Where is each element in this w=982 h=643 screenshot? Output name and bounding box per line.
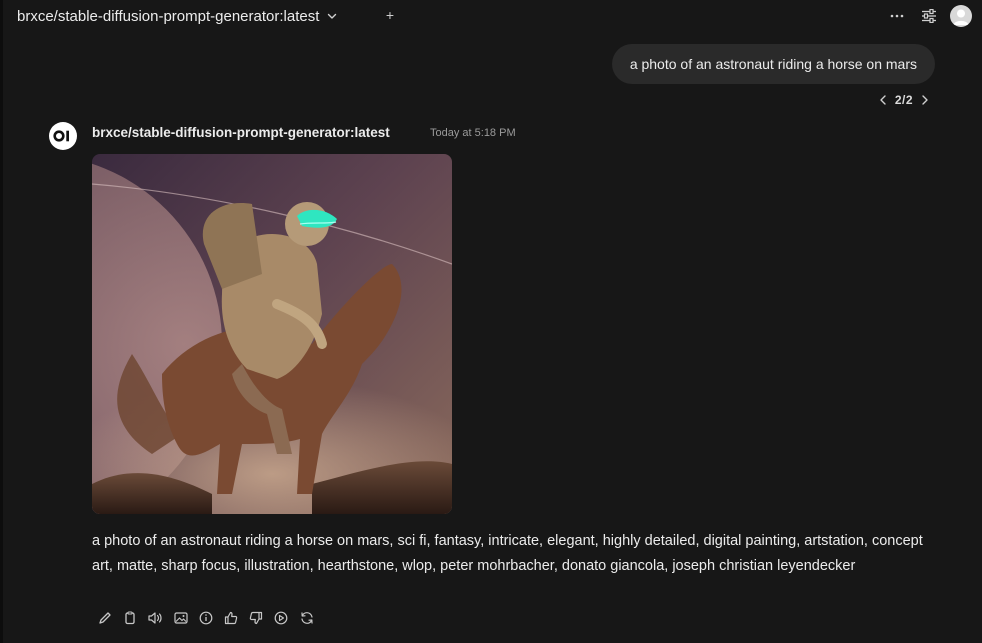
user-message-text: a photo of an astronaut riding a horse o… (629, 56, 917, 72)
next-response-button[interactable] (918, 91, 932, 109)
copy-button[interactable] (119, 607, 141, 629)
info-icon (199, 611, 213, 625)
add-model-button[interactable]: + (381, 5, 399, 25)
assistant-name: brxce/stable-diffusion-prompt-generator:… (92, 125, 390, 140)
openwebui-logo-icon (53, 130, 69, 142)
chevron-right-icon (921, 94, 929, 106)
assistant-response-text: a photo of an astronaut riding a horse o… (92, 533, 923, 574)
edit-icon (99, 612, 111, 624)
top-bar: brxce/stable-diffusion-prompt-generator:… (3, 0, 982, 32)
user-message-bubble: a photo of an astronaut riding a horse o… (611, 44, 935, 84)
generate-image-button[interactable] (170, 607, 192, 629)
generated-image[interactable] (92, 154, 452, 514)
copy-icon (125, 611, 135, 625)
edit-button[interactable] (94, 607, 116, 629)
continue-icon (274, 611, 288, 625)
model-selector[interactable]: brxce/stable-diffusion-prompt-generator:… (17, 5, 338, 27)
plus-icon: + (385, 7, 395, 23)
thumbs-up-button[interactable] (220, 607, 242, 629)
more-options-button[interactable] (884, 3, 910, 29)
sliders-icon (921, 9, 937, 23)
ellipsis-icon (890, 14, 904, 18)
generate-image-icon (173, 612, 188, 624)
regenerate-button[interactable] (296, 607, 318, 629)
read-aloud-icon (148, 612, 162, 624)
thumbs-down-button[interactable] (245, 607, 267, 629)
chevron-down-icon (326, 10, 338, 22)
model-name: brxce/stable-diffusion-prompt-generator:… (17, 7, 320, 25)
pager-text: 2/2 (894, 93, 913, 107)
read-aloud-button[interactable] (144, 607, 166, 629)
user-avatar[interactable] (950, 5, 972, 27)
sidebar-edge (0, 0, 3, 643)
assistant-logo (49, 122, 77, 150)
continue-button[interactable] (270, 607, 292, 629)
thumbs-up-icon (224, 611, 238, 625)
message-actions (94, 607, 321, 629)
response-pager: 2/2 (876, 91, 932, 109)
thumbs-down-icon (249, 611, 263, 625)
message-timestamp: Today at 5:18 PM (430, 127, 516, 139)
chevron-left-icon (879, 94, 887, 106)
previous-response-button[interactable] (876, 91, 890, 109)
regenerate-icon (300, 612, 313, 624)
controls-button[interactable] (916, 3, 942, 29)
info-button[interactable] (195, 607, 217, 629)
